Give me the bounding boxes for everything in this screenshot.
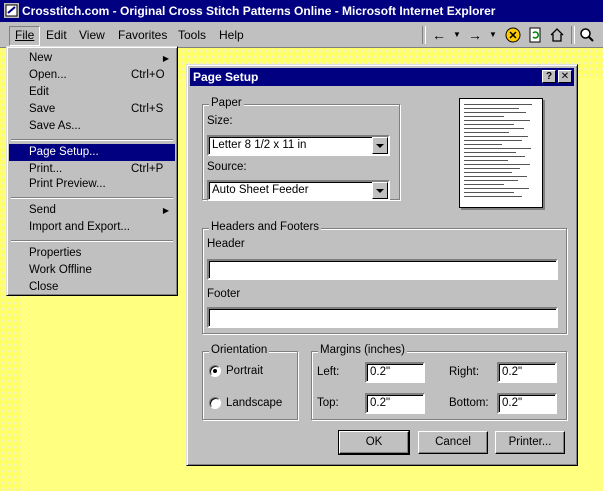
- refresh-icon[interactable]: [524, 24, 546, 46]
- source-label: Source:: [207, 161, 247, 173]
- forward-dropdown-icon[interactable]: ▼: [482, 24, 504, 46]
- dialog-title-bar: Page Setup ? ✕: [190, 68, 574, 86]
- submenu-arrow-icon: ▶: [162, 54, 169, 63]
- menu-favorites[interactable]: Favorites: [113, 26, 172, 44]
- chevron-down-icon[interactable]: [372, 182, 388, 199]
- preview-text-line: [464, 192, 514, 193]
- footer-input[interactable]: [207, 307, 558, 328]
- file-menu-dropdown: New ▶ Open... Ctrl+O Edit Save Ctrl+S Sa…: [6, 46, 178, 296]
- search-icon[interactable]: [576, 24, 598, 46]
- menu-tools[interactable]: Tools: [173, 26, 211, 44]
- menu-item-open[interactable]: Open... Ctrl+O: [9, 67, 175, 84]
- header-input[interactable]: [207, 259, 558, 280]
- menu-item-save-as[interactable]: Save As...: [9, 118, 175, 135]
- preview-text-line: [464, 104, 532, 105]
- orientation-group: Orientation: [202, 344, 298, 420]
- preview-text-line: [464, 116, 504, 117]
- chevron-down-icon[interactable]: [372, 137, 388, 154]
- menu-separator: [11, 240, 173, 242]
- menu-view[interactable]: View: [74, 26, 110, 44]
- margins-group-label: Margins (inches): [318, 344, 407, 356]
- help-button[interactable]: ?: [542, 70, 556, 83]
- window-title: Crosstitch.com - Original Cross Stitch P…: [22, 4, 496, 18]
- toolbar-separator: [422, 26, 426, 44]
- source-value: Auto Sheet Feeder: [212, 184, 309, 196]
- menu-item-page-setup[interactable]: Page Setup...: [9, 144, 175, 161]
- cancel-button[interactable]: Cancel: [418, 431, 488, 454]
- portrait-radio[interactable]: [209, 365, 221, 377]
- stop-icon[interactable]: [502, 24, 524, 46]
- preview-text-line: [464, 144, 502, 145]
- preview-text-line: [464, 124, 514, 125]
- menu-item-send[interactable]: Send ▶: [9, 202, 175, 219]
- menu-file[interactable]: File: [9, 26, 41, 46]
- preview-text-line: [464, 160, 508, 161]
- menu-item-close[interactable]: Close: [9, 279, 175, 296]
- printer-button[interactable]: Printer...: [495, 431, 565, 454]
- margin-top-label: Top:: [317, 397, 339, 409]
- preview-text-line: [464, 180, 518, 181]
- size-select[interactable]: Letter 8 1/2 x 11 in: [207, 135, 390, 156]
- margin-bottom-label: Bottom:: [449, 397, 489, 409]
- margin-right-input[interactable]: 0.2": [497, 362, 557, 383]
- preview-text-line: [464, 156, 525, 157]
- menubar: File Edit View Favorites Tools Help ← ▼ …: [0, 22, 603, 48]
- menu-separator: [11, 139, 173, 141]
- home-icon[interactable]: [546, 24, 568, 46]
- menu-separator: [11, 197, 173, 199]
- margin-left-label: Left:: [317, 366, 340, 378]
- menu-edit[interactable]: Edit: [41, 26, 72, 44]
- preview-text-line: [464, 148, 531, 149]
- page-setup-dialog: Page Setup ? ✕ Paper Size: Letter 8 1/2 …: [186, 64, 578, 466]
- submenu-arrow-icon: ▶: [162, 206, 169, 215]
- dialog-title: Page Setup: [193, 70, 259, 84]
- preview-text-line: [464, 140, 522, 141]
- header-label: Header: [207, 238, 245, 250]
- preview-text-line: [464, 172, 512, 173]
- menu-item-save[interactable]: Save Ctrl+S: [9, 101, 175, 118]
- window-title-bar: Crosstitch.com - Original Cross Stitch P…: [0, 0, 603, 22]
- menu-help[interactable]: Help: [214, 26, 249, 44]
- menu-item-properties[interactable]: Properties: [9, 245, 175, 262]
- paper-group-label: Paper: [209, 97, 244, 109]
- preview-text-line: [464, 176, 527, 177]
- headers-footers-group-label: Headers and Footers: [209, 221, 322, 233]
- landscape-label[interactable]: Landscape: [226, 397, 282, 409]
- menu-item-work-offline[interactable]: Work Offline: [9, 262, 175, 279]
- margin-right-label: Right:: [449, 366, 480, 378]
- margin-left-input[interactable]: 0.2": [365, 362, 425, 383]
- preview-text-line: [464, 136, 528, 137]
- preview-text-line: [464, 152, 516, 153]
- page-preview: [459, 98, 543, 208]
- preview-text-line: [464, 108, 519, 109]
- ok-button[interactable]: OK: [338, 430, 410, 455]
- size-value: Letter 8 1/2 x 11 in: [212, 139, 307, 151]
- preview-text-line: [464, 188, 529, 189]
- preview-text-line: [464, 128, 524, 129]
- preview-text-line: [464, 132, 509, 133]
- preview-text-line: [464, 196, 522, 197]
- margin-bottom-input[interactable]: 0.2": [497, 393, 557, 414]
- source-select[interactable]: Auto Sheet Feeder: [207, 180, 390, 201]
- footer-label: Footer: [207, 288, 241, 300]
- portrait-label[interactable]: Portrait: [226, 365, 263, 377]
- menu-item-print-preview[interactable]: Print Preview...: [9, 176, 175, 193]
- preview-text-line: [464, 168, 520, 169]
- menu-item-new[interactable]: New ▶: [9, 50, 175, 67]
- internet-explorer-icon: [4, 3, 19, 18]
- preview-text-line: [464, 112, 526, 113]
- size-label: Size:: [207, 115, 233, 127]
- toolbar-separator: [571, 26, 575, 44]
- preview-text-line: [464, 120, 530, 121]
- preview-text-line: [464, 184, 504, 185]
- close-button[interactable]: ✕: [558, 70, 572, 83]
- preview-text-line: [464, 164, 530, 165]
- margin-top-input[interactable]: 0.2": [365, 393, 425, 414]
- orientation-group-label: Orientation: [209, 344, 270, 356]
- menu-item-edit[interactable]: Edit: [9, 84, 175, 101]
- landscape-radio[interactable]: [209, 397, 221, 409]
- menu-item-import-export[interactable]: Import and Export...: [9, 219, 175, 236]
